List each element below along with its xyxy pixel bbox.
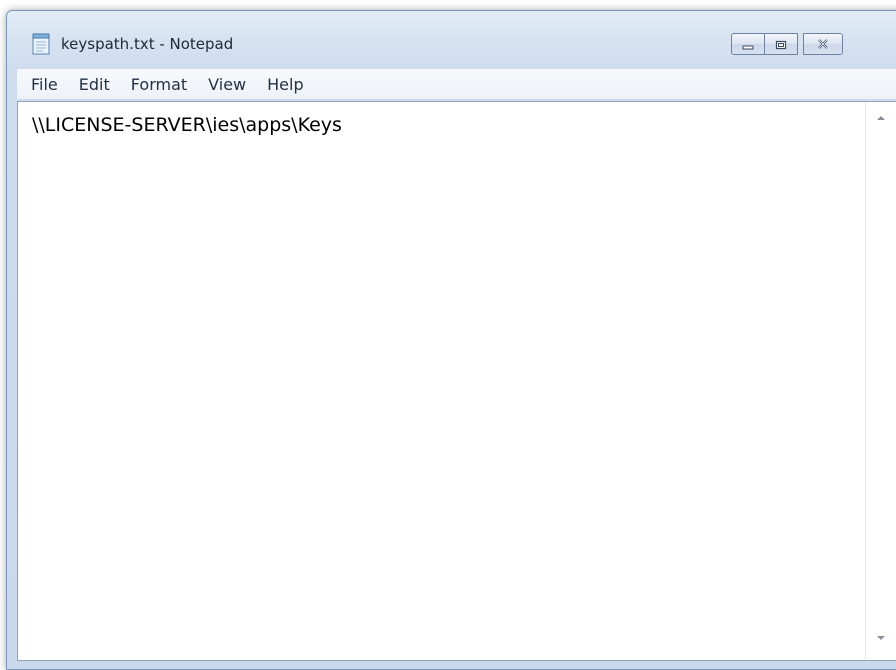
minimize-icon <box>742 35 754 54</box>
menu-help[interactable]: Help <box>267 75 303 94</box>
vertical-scrollbar[interactable] <box>865 102 896 660</box>
menu-view[interactable]: View <box>208 75 246 94</box>
notepad-window: keyspath.txt - Notepad File Edit Format … <box>6 10 896 670</box>
menu-file[interactable]: File <box>31 75 58 94</box>
menu-format[interactable]: Format <box>131 75 187 94</box>
close-icon <box>816 35 830 54</box>
scroll-down-icon[interactable] <box>877 636 885 640</box>
caption-buttons <box>731 33 843 55</box>
menu-edit[interactable]: Edit <box>79 75 110 94</box>
window-title: keyspath.txt - Notepad <box>61 35 234 53</box>
minimize-button[interactable] <box>731 33 765 55</box>
scroll-up-icon[interactable] <box>877 116 885 120</box>
title-bar[interactable]: keyspath.txt - Notepad <box>7 11 896 61</box>
close-button[interactable] <box>803 33 843 55</box>
menu-bar: File Edit Format View Help <box>17 69 896 99</box>
maximize-button[interactable] <box>764 33 798 55</box>
text-editor[interactable]: \\LICENSE-SERVER\ies\apps\Keys <box>17 101 896 661</box>
maximize-icon <box>775 35 787 54</box>
notepad-icon[interactable] <box>31 33 51 55</box>
editor-content[interactable]: \\LICENSE-SERVER\ies\apps\Keys <box>32 114 342 136</box>
